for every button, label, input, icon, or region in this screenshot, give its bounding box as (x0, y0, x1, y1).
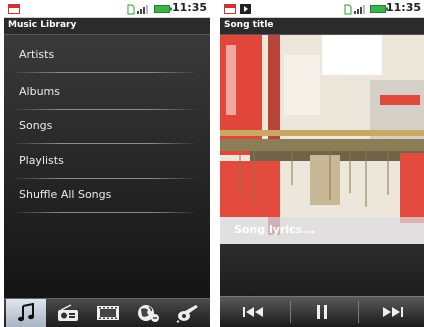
next-icon (383, 307, 403, 317)
list-divider (16, 212, 194, 213)
signal-icon (354, 5, 365, 14)
play-status-icon (240, 4, 251, 14)
guitar-icon (176, 305, 198, 323)
list-item-label: Albums (19, 85, 60, 98)
control-separator (358, 301, 359, 323)
tab-video[interactable] (88, 299, 128, 327)
music-note-icon (18, 303, 34, 322)
radio-icon (58, 304, 78, 321)
title-bar: Song title (220, 18, 424, 35)
library-list: Artists Albums Songs Playlists Shuffle A… (4, 35, 210, 298)
player-background (220, 244, 424, 296)
song-title: Song title (224, 20, 274, 30)
signal-icon (137, 5, 148, 14)
pause-icon (317, 305, 327, 319)
song-lyrics: Song lyrics... (234, 223, 315, 236)
title-bar: Music Library (4, 18, 210, 35)
sim-icon (344, 4, 352, 15)
list-item-label: Shuffle All Songs (19, 188, 112, 201)
list-item-artists[interactable]: Artists (4, 39, 210, 73)
notification-icon (8, 4, 20, 14)
now-playing-screen: 11:35 Song title Song lyrics... (220, 0, 424, 327)
previous-button[interactable] (224, 297, 284, 327)
lyrics-band: Song lyrics... (220, 217, 424, 244)
status-time: 11:35 (385, 1, 421, 14)
previous-icon (243, 307, 263, 317)
page-title: Music Library (8, 20, 77, 30)
tab-music[interactable] (6, 299, 46, 327)
tab-bar (4, 298, 210, 327)
album-art-image (220, 35, 424, 244)
pause-button[interactable] (292, 297, 352, 327)
list-item-shuffle-all-songs[interactable]: Shuffle All Songs (4, 179, 210, 213)
tab-radio[interactable] (48, 299, 88, 327)
status-time: 11:35 (171, 1, 207, 14)
list-divider (16, 143, 194, 144)
list-item-playlists[interactable]: Playlists (4, 145, 210, 179)
list-item-label: Playlists (19, 154, 64, 167)
music-library-screen: 11:35 Music Library Artists Albums Songs… (4, 0, 210, 327)
control-separator (290, 301, 291, 323)
tab-instruments[interactable] (168, 299, 208, 327)
playback-controls (220, 296, 424, 327)
list-item-label: Songs (19, 119, 53, 132)
battery-icon (154, 5, 172, 13)
tab-online[interactable] (128, 299, 168, 327)
status-bar: 11:35 (4, 0, 210, 18)
list-divider (16, 72, 194, 73)
list-item-label: Artists (19, 48, 55, 61)
list-item-songs[interactable]: Songs (4, 110, 210, 144)
sim-icon (127, 4, 135, 15)
notification-icon (224, 4, 236, 14)
status-bar: 11:35 (220, 0, 424, 18)
album-art: Song lyrics... (220, 35, 424, 244)
film-icon (97, 306, 119, 320)
next-button[interactable] (362, 297, 422, 327)
globe-icon (138, 305, 159, 322)
list-item-albums[interactable]: Albums (4, 76, 210, 110)
